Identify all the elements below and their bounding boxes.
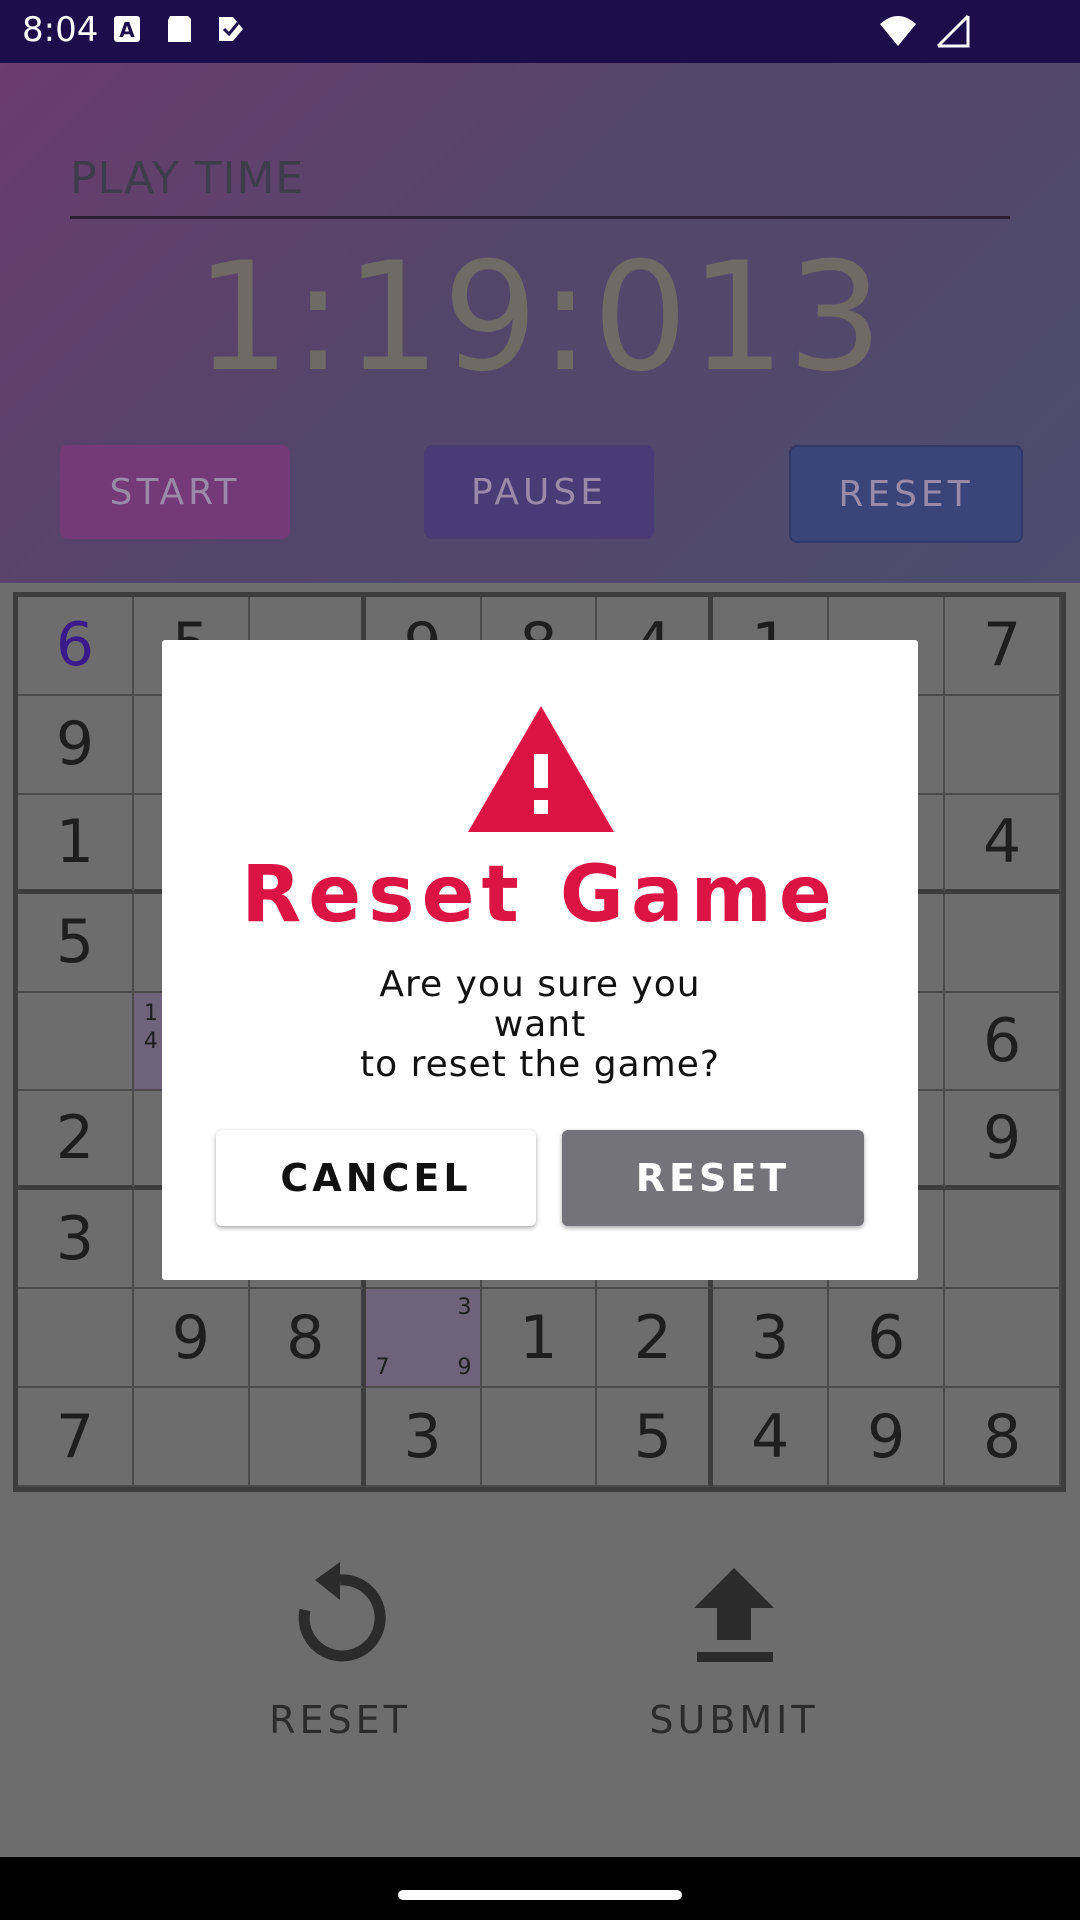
cell-digit: 4 bbox=[751, 1401, 790, 1472]
game-header: PLAY TIME 1:19:013 START PAUSE RESET bbox=[0, 63, 1080, 583]
board-cell[interactable]: 7 bbox=[18, 1388, 134, 1487]
board-cell[interactable]: 3 7 9 bbox=[365, 1289, 482, 1389]
submit-action[interactable]: SUBMIT bbox=[604, 1560, 864, 1742]
check-task-icon bbox=[216, 14, 246, 44]
cell-digit: 9 bbox=[55, 709, 95, 780]
cancel-button[interactable]: CANCEL bbox=[216, 1130, 536, 1226]
board-cell[interactable]: 2 bbox=[18, 1091, 134, 1191]
cell-digit: 6 bbox=[867, 1302, 906, 1373]
board-cell[interactable]: 1 bbox=[481, 1289, 598, 1389]
warning-icon bbox=[468, 706, 614, 836]
pause-button[interactable]: PAUSE bbox=[424, 445, 654, 539]
cell-digit: 2 bbox=[55, 1103, 95, 1174]
sd-card-icon bbox=[164, 14, 194, 44]
cell-note: 3 bbox=[457, 1295, 472, 1321]
submit-label: SUBMIT bbox=[649, 1698, 819, 1742]
cell-digit: 7 bbox=[55, 1401, 95, 1472]
board-cell[interactable]: 9 bbox=[18, 695, 134, 795]
navigation-bar bbox=[0, 1857, 1080, 1920]
cell-digit: 3 bbox=[55, 1203, 95, 1274]
board-cell[interactable]: 3 bbox=[18, 1190, 134, 1290]
board-cell[interactable]: 6 bbox=[945, 992, 1061, 1092]
board-cell[interactable] bbox=[133, 1388, 250, 1487]
cell-digit: 6 bbox=[55, 610, 95, 681]
cell-digit: 3 bbox=[751, 1302, 790, 1373]
signal-icon bbox=[936, 14, 970, 52]
board-cell[interactable]: 9 bbox=[133, 1289, 250, 1389]
board-cell[interactable]: 1 bbox=[18, 794, 134, 894]
cell-digit: 1 bbox=[55, 806, 95, 877]
reset-game-action[interactable]: RESET bbox=[210, 1560, 470, 1742]
cell-digit: 4 bbox=[982, 806, 1022, 877]
board-cell[interactable] bbox=[945, 1190, 1061, 1290]
board-cell[interactable]: 3 bbox=[365, 1388, 482, 1487]
start-button[interactable]: START bbox=[60, 445, 290, 539]
board-cell[interactable] bbox=[249, 1388, 366, 1487]
board-cell[interactable]: 8 bbox=[945, 1388, 1061, 1487]
board-cell[interactable] bbox=[481, 1388, 598, 1487]
cell-note: 4 bbox=[143, 1028, 158, 1054]
dialog-message: Are you sure you want to reset the game? bbox=[360, 964, 720, 1085]
reset-timer-button[interactable]: RESET bbox=[789, 445, 1023, 543]
confirm-reset-button[interactable]: RESET bbox=[562, 1130, 864, 1226]
board-cell[interactable]: 5 bbox=[597, 1388, 714, 1487]
restart-icon bbox=[285, 1562, 395, 1674]
home-handle[interactable] bbox=[398, 1890, 682, 1900]
cell-digit: 5 bbox=[55, 907, 95, 978]
board-cell[interactable] bbox=[18, 992, 134, 1092]
system-icons bbox=[878, 14, 970, 52]
status-bar: 8:04 A bbox=[0, 0, 1080, 63]
cell-digit: 3 bbox=[403, 1401, 442, 1472]
dialog-title: Reset Game bbox=[241, 850, 839, 940]
cell-note: 7 bbox=[375, 1355, 390, 1381]
play-time-label: PLAY TIME bbox=[70, 153, 1010, 219]
board-cell[interactable] bbox=[18, 1289, 134, 1389]
cell-digit: 2 bbox=[633, 1302, 672, 1373]
wifi-icon bbox=[878, 14, 918, 52]
cell-digit: 7 bbox=[982, 610, 1022, 681]
board-cell[interactable]: 4 bbox=[713, 1388, 830, 1487]
board-cell[interactable] bbox=[945, 893, 1061, 993]
cell-note: 1 bbox=[143, 1000, 158, 1026]
board-cell[interactable]: 2 bbox=[597, 1289, 714, 1389]
board-cell[interactable] bbox=[945, 1289, 1061, 1389]
notification-icons: A bbox=[112, 14, 246, 44]
svg-text:A: A bbox=[119, 18, 135, 42]
board-cell[interactable]: 9 bbox=[945, 1091, 1061, 1191]
cell-digit: 1 bbox=[519, 1302, 558, 1373]
cell-digit: 8 bbox=[286, 1302, 325, 1373]
cell-note: 9 bbox=[457, 1355, 472, 1381]
board-cell[interactable]: 8 bbox=[249, 1289, 366, 1389]
cell-digit: 5 bbox=[633, 1401, 672, 1472]
upload-icon bbox=[679, 1568, 789, 1674]
board-cell[interactable]: 6 bbox=[18, 597, 134, 696]
cell-digit: 9 bbox=[982, 1103, 1022, 1174]
board-cell[interactable]: 7 bbox=[945, 597, 1061, 696]
board-cell[interactable] bbox=[945, 695, 1061, 795]
cell-digit: 6 bbox=[982, 1005, 1022, 1076]
board-cell[interactable]: 3 bbox=[713, 1289, 830, 1389]
board-cell[interactable]: 4 bbox=[945, 794, 1061, 894]
board-cell[interactable]: 6 bbox=[829, 1289, 946, 1389]
reset-game-dialog: Reset Game Are you sure you want to rese… bbox=[162, 640, 918, 1280]
board-cell[interactable]: 5 bbox=[18, 893, 134, 993]
keyboard-notification-icon: A bbox=[112, 14, 142, 44]
cell-digit: 9 bbox=[867, 1401, 906, 1472]
status-time: 8:04 bbox=[22, 10, 99, 50]
timer-display: 1:19:013 bbox=[195, 231, 885, 405]
board-cell[interactable]: 9 bbox=[829, 1388, 946, 1487]
cell-digit: 9 bbox=[171, 1302, 210, 1373]
reset-game-label: RESET bbox=[269, 1698, 411, 1742]
cell-digit: 8 bbox=[982, 1401, 1022, 1472]
